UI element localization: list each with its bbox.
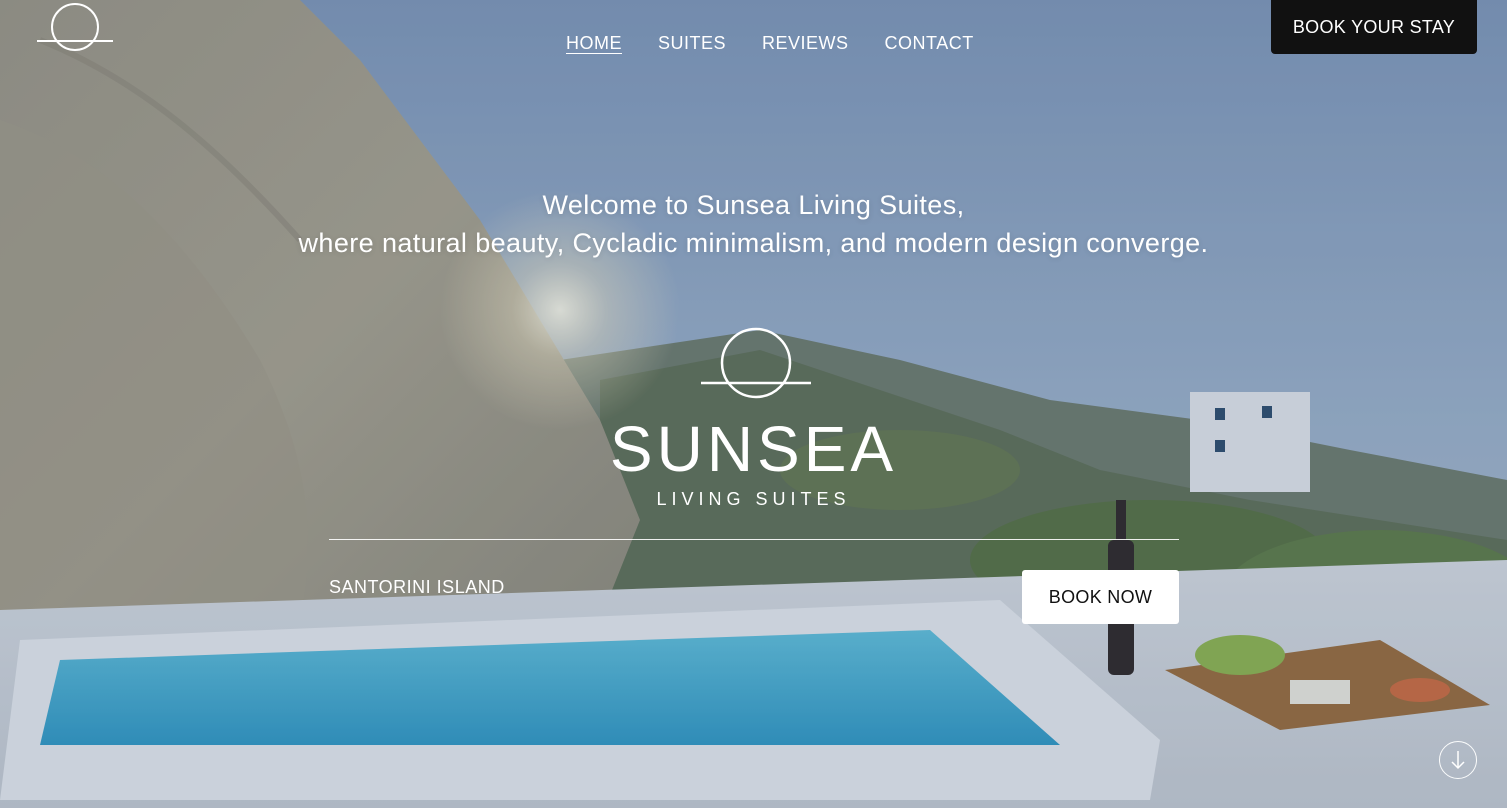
sunsea-logo-icon[interactable] [36,2,114,54]
arrow-down-icon [1451,751,1465,770]
book-now-button[interactable]: BOOK NOW [1022,570,1179,624]
nav-contact[interactable]: CONTACT [885,32,974,54]
sunsea-center-logo-icon [701,327,811,399]
nav-home[interactable]: HOME [566,32,622,54]
brand-subtitle: LIVING SUITES [656,489,851,509]
hero-background-image [0,0,1507,808]
hero-divider [329,539,1179,540]
hero-section: HOME SUITES REVIEWS CONTACT BOOK YOUR ST… [0,0,1507,808]
brand-name: SUNSEA [609,413,898,485]
scroll-down-button[interactable] [1439,741,1477,779]
location-label: SANTORINI ISLAND [329,577,505,597]
welcome-text: Welcome to Sunsea Living Suites, where n… [0,186,1507,262]
main-nav: HOME SUITES REVIEWS CONTACT [566,32,974,54]
welcome-line-1: Welcome to Sunsea Living Suites, [542,190,965,220]
book-your-stay-button[interactable]: BOOK YOUR STAY [1271,0,1477,54]
nav-reviews[interactable]: REVIEWS [762,32,849,54]
nav-suites[interactable]: SUITES [658,32,726,54]
welcome-line-2: where natural beauty, Cycladic minimalis… [298,228,1209,258]
